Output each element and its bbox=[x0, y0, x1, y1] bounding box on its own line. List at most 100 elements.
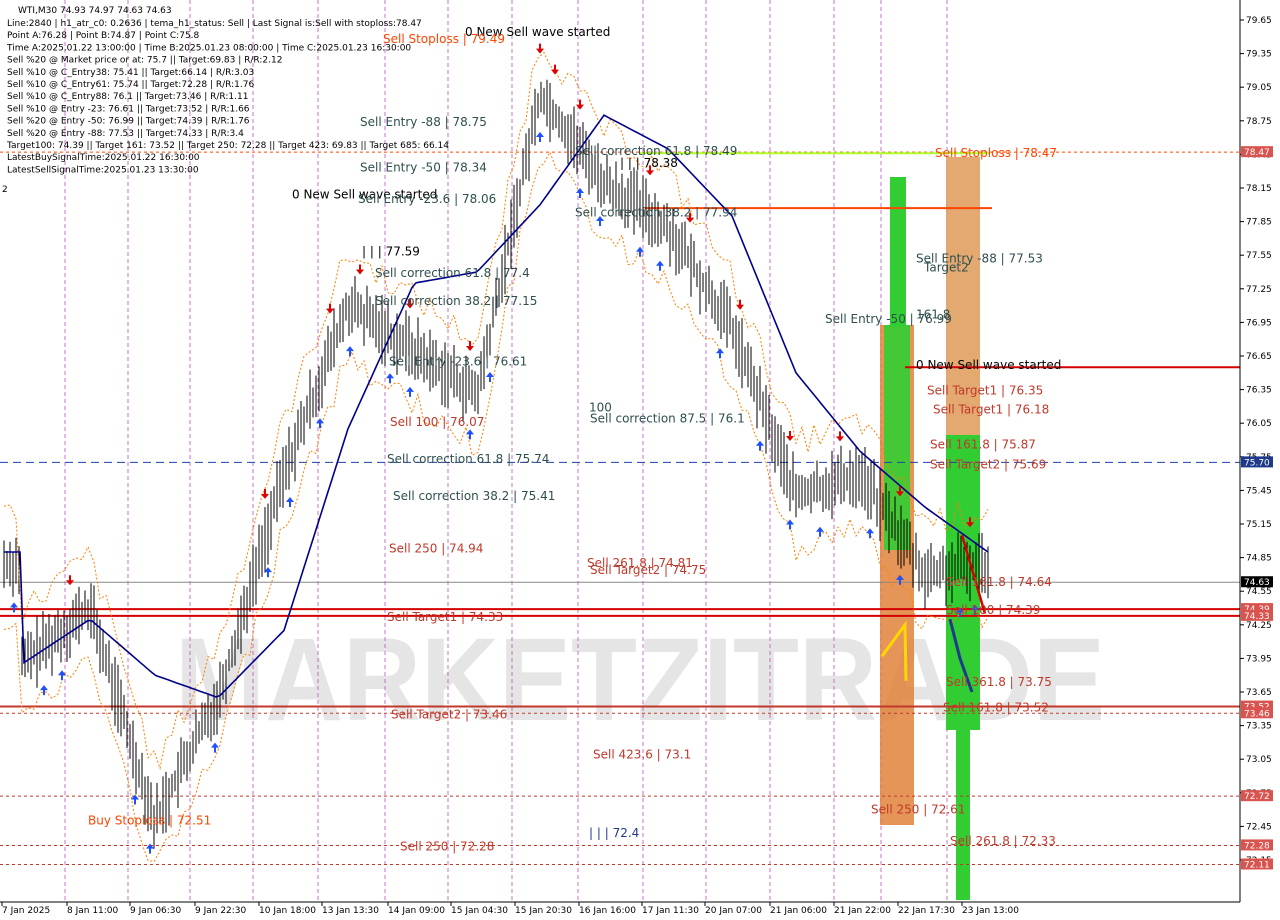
level-label: Sell correction 61.8 | 78.49 bbox=[575, 144, 737, 158]
time-tick-label: 20 Jan 07:00 bbox=[705, 906, 762, 916]
price-tick-label: 74.85 bbox=[1246, 554, 1272, 564]
price-tag-label: 72.11 bbox=[1244, 860, 1270, 870]
price-tick-label: 76.65 bbox=[1246, 352, 1272, 362]
price-tag-label: 72.28 bbox=[1244, 841, 1270, 851]
level-label: Sell 361.8 | 73.75 bbox=[946, 675, 1052, 689]
time-tick-label: 15 Jan 04:30 bbox=[451, 906, 508, 916]
price-tag-label: 75.70 bbox=[1244, 458, 1270, 468]
level-label: Sell correction 38.2 | 77.15 bbox=[375, 294, 537, 308]
level-label: Sell 250 | 72.28 bbox=[400, 839, 494, 853]
left-edge-mark: 2 bbox=[2, 185, 8, 195]
price-tick-label: 75.15 bbox=[1246, 520, 1272, 530]
time-tick-label: 16 Jan 16:00 bbox=[579, 906, 636, 916]
time-tick-label: 22 Jan 17:30 bbox=[898, 906, 955, 916]
level-label: Sell correction 61.8 | 77.4 bbox=[375, 266, 530, 280]
time-tick-label: 21 Jan 06:00 bbox=[770, 906, 827, 916]
level-label: Sell 100 | 76.07 bbox=[390, 415, 484, 429]
level-label: Sell Entry -23.6 | 78.06 bbox=[358, 192, 496, 206]
level-label: Sell Target2 | 75.69 bbox=[930, 458, 1046, 472]
level-label: | | | 72.4 bbox=[589, 826, 639, 840]
price-tick-label: 77.85 bbox=[1246, 218, 1272, 228]
level-label: Sell Entry -50 | 76.99 bbox=[825, 312, 952, 326]
time-tick-label: 9 Jan 06:30 bbox=[130, 906, 182, 916]
price-tick-label: 75.45 bbox=[1246, 486, 1272, 496]
level-label: Sell Entry -50 | 78.34 bbox=[360, 161, 487, 175]
level-label: Sell Entry -23.6 | 76.61 bbox=[389, 354, 527, 368]
level-label: Target2 bbox=[923, 260, 969, 274]
info-line: Sell %20 @ Entry -88: 77.53 || Target:74… bbox=[7, 129, 244, 139]
level-label: Sell Target1 | 76.18 bbox=[933, 403, 1049, 417]
level-label: Sell 161.8 | 73.52 bbox=[943, 701, 1049, 715]
level-label: Sell 100 | 74.39 bbox=[946, 603, 1040, 617]
price-tick-label: 79.65 bbox=[1246, 16, 1272, 26]
price-tick-label: 79.05 bbox=[1246, 83, 1272, 93]
time-tick-label: 17 Jan 11:30 bbox=[642, 906, 699, 916]
price-tick-label: 73.35 bbox=[1246, 722, 1272, 732]
time-tick-label: 21 Jan 22:00 bbox=[834, 906, 891, 916]
chart-window: MARKETZITRADE 0 New Sell wave started Sel… bbox=[0, 0, 1280, 920]
price-tick-label: 76.35 bbox=[1246, 386, 1272, 396]
level-label: Sell 261.8 | 72.33 bbox=[950, 834, 1056, 848]
level-label: Sell Target2 | 74.75 bbox=[590, 563, 706, 577]
level-label: Sell correction 87.5 | 76.1 bbox=[590, 412, 745, 426]
price-tick-label: 79.35 bbox=[1246, 50, 1272, 60]
price-tick-label: 72.45 bbox=[1246, 822, 1272, 832]
level-label: Sell 161.8 | 74.64 bbox=[946, 575, 1052, 589]
info-line: Line:2840 | h1_atr_c0: 0.2636 | tema_h1_… bbox=[7, 19, 422, 29]
time-tick-label: 8 Jan 11:00 bbox=[67, 906, 119, 916]
level-label: 0 New Sell wave started bbox=[916, 358, 1061, 372]
level-label: Sell correction 61.8 | 75.74 bbox=[387, 452, 549, 466]
time-tick-label: 9 Jan 22:30 bbox=[195, 906, 247, 916]
info-line: Sell %10 @ C_Entry61: 75.74 || Target:72… bbox=[7, 80, 254, 90]
info-line: Point A:76.28 | Point B:74.87 | Point C:… bbox=[7, 31, 200, 41]
level-label: Sell 161.8 | 75.87 bbox=[930, 437, 1036, 451]
level-label: Sell 250 | 72.61 bbox=[871, 802, 965, 816]
price-tick-label: 73.05 bbox=[1246, 755, 1272, 765]
symbol-line: WTI,M30 74.93 74.97 74.63 74.63 bbox=[18, 6, 172, 16]
price-tag-label: 74.33 bbox=[1244, 612, 1270, 622]
level-label: Sell 423.6 | 73.1 bbox=[593, 748, 691, 762]
price-tick-label: 77.25 bbox=[1246, 285, 1272, 295]
info-line: Sell %10 @ C_Entry38: 75.41 || Target:66… bbox=[7, 68, 254, 78]
time-axis-background bbox=[0, 902, 1280, 920]
price-tag-label: 72.72 bbox=[1244, 792, 1270, 802]
level-label: Sell Stoploss | 78.47 bbox=[935, 146, 1057, 160]
info-line: Sell %10 @ C_Entry88: 76.1 || Target:73.… bbox=[7, 92, 248, 102]
info-line: Sell %20 @ Market price or at: 75.7 || T… bbox=[7, 56, 282, 66]
info-line: Target100: 74.39 || Target 161: 73.52 ||… bbox=[6, 141, 449, 151]
level-label: Buy Stoploss | 72.51 bbox=[88, 814, 211, 828]
time-tick-label: 13 Jan 13:30 bbox=[322, 906, 379, 916]
level-label: | | | 78.38 bbox=[620, 156, 678, 170]
time-tick-label: 14 Jan 09:00 bbox=[388, 906, 445, 916]
price-tick-label: 78.75 bbox=[1246, 117, 1272, 127]
price-tick-label: 76.05 bbox=[1246, 419, 1272, 429]
price-chart[interactable]: MARKETZITRADE 0 New Sell wave startedSel… bbox=[0, 0, 1280, 920]
price-tag-label: 78.47 bbox=[1244, 148, 1270, 158]
price-tick-label: 78.15 bbox=[1246, 184, 1272, 194]
time-tick-label: 23 Jan 13:00 bbox=[962, 906, 1019, 916]
price-tag-label: 73.46 bbox=[1244, 709, 1270, 719]
time-tick-label: 15 Jan 20:30 bbox=[515, 906, 572, 916]
level-label: | | | 77.59 bbox=[362, 245, 420, 259]
level-label: Sell Target1 | 74.33 bbox=[387, 610, 503, 624]
price-tag-label: 74.63 bbox=[1244, 578, 1270, 588]
time-axis: 7 Jan 2025 8 Jan 11:00 9 Jan 06:30 9 Jan 22… bbox=[0, 901, 1280, 920]
green-band-top bbox=[890, 177, 906, 327]
info-line: Time A:2025.01.22 13:00:00 | Time B:2025… bbox=[6, 43, 411, 53]
level-label: Sell correction 38.2 | 75.41 bbox=[393, 489, 555, 503]
info-line: LatestSellSignalTime:2025.01.23 13:30:00 bbox=[7, 165, 199, 175]
price-tick-label: 74.55 bbox=[1246, 587, 1272, 597]
price-tick-label: 73.95 bbox=[1246, 654, 1272, 664]
green-band-inner bbox=[884, 325, 910, 550]
price-axis: 79.6579.3579.0578.7578.4578.1577.8577.55… bbox=[1239, 0, 1280, 902]
price-tick-label: 74.25 bbox=[1246, 621, 1272, 631]
info-line: Sell %10 @ Entry -23: 76.61 || Target:73… bbox=[7, 104, 250, 114]
price-axis-background bbox=[1240, 0, 1280, 902]
level-label: Sell Target2 | 73.46 bbox=[391, 707, 507, 721]
price-tick-label: 77.55 bbox=[1246, 251, 1272, 261]
time-tick-label: 10 Jan 18:00 bbox=[259, 906, 316, 916]
info-line: Sell %20 @ Entry -50: 76.99 || Target:74… bbox=[7, 117, 250, 127]
price-tick-label: 73.65 bbox=[1246, 688, 1272, 698]
price-tick-label: 76.95 bbox=[1246, 318, 1272, 328]
time-tick-label: 7 Jan 2025 bbox=[2, 906, 50, 916]
